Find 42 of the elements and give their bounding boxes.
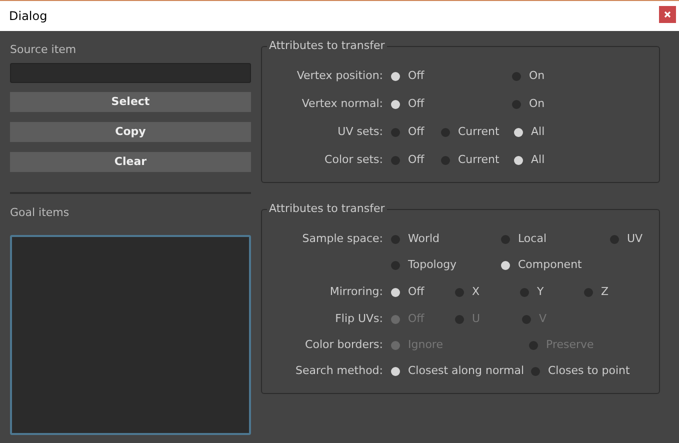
option-label: UV sets: (336, 124, 384, 140)
close-icon (664, 11, 671, 18)
option-label: Color borders: (304, 337, 384, 353)
option-label: Vertex position: (296, 68, 384, 84)
radio-button[interactable]: Closes to point (531, 363, 630, 379)
source-item-label: Source item (10, 42, 78, 58)
action-button[interactable]: Select (10, 92, 251, 112)
radio-button[interactable]: All (514, 152, 545, 168)
option-label: Sample space: (301, 231, 384, 247)
radio-button[interactable]: Off (391, 152, 441, 168)
goal-items-label: Goal items (10, 205, 70, 221)
radio-button[interactable]: Current (441, 152, 514, 168)
radio-button[interactable]: UV (610, 231, 643, 247)
option-label: Flip UVs: (334, 311, 384, 327)
option-label: Mirroring: (328, 284, 384, 300)
radio-button[interactable]: Off (391, 124, 441, 140)
radio-button[interactable]: All (514, 124, 545, 140)
option-label: Search method: (294, 363, 384, 379)
radio-button[interactable]: Off (391, 284, 455, 300)
close-button[interactable] (659, 6, 676, 23)
radio-button[interactable]: Off (391, 68, 512, 84)
group-title: Attributes to transfer (267, 39, 387, 52)
radio-button[interactable]: Off (391, 96, 512, 112)
radio-button[interactable]: On (512, 96, 545, 112)
radio-button[interactable]: X (455, 284, 520, 300)
action-button[interactable]: Clear (10, 152, 251, 172)
radio-button[interactable]: Closest along normal (391, 363, 531, 379)
radio-button[interactable]: Local (501, 231, 610, 247)
window-title: Dialog (9, 9, 48, 23)
radio-button[interactable]: Current (441, 124, 514, 140)
radio-button[interactable]: Y (520, 284, 584, 300)
group-title: Attributes to transfer (267, 202, 387, 215)
option-label: Color sets: (324, 152, 384, 168)
goal-items-list[interactable] (10, 235, 251, 435)
radio-button[interactable]: Topology (391, 257, 501, 273)
action-button[interactable]: Copy (10, 122, 251, 142)
radio-button[interactable]: World (391, 231, 501, 247)
radio-button[interactable]: Component (501, 257, 610, 273)
source-item-field[interactable] (10, 63, 251, 83)
radio-button[interactable]: Z (584, 284, 609, 300)
option-label: Vertex normal: (300, 96, 384, 112)
radio-button[interactable]: On (512, 68, 545, 84)
